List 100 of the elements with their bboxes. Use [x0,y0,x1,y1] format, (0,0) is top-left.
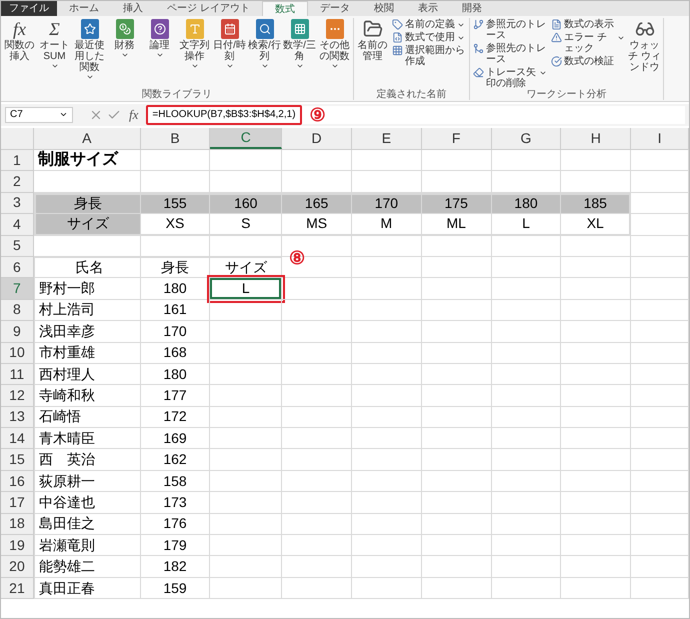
sheet-cell[interactable] [210,150,282,172]
sheet-cell[interactable] [352,514,422,536]
sheet-cell[interactable] [210,385,282,407]
sheet-cell[interactable] [352,556,422,578]
ribbon-menu-item[interactable]: 参照元のトレース [473,19,547,41]
sheet-cell[interactable] [561,406,632,428]
sheet-cell[interactable] [561,342,632,364]
sheet-cell[interactable]: 寺崎和秋 [34,385,141,407]
row-header[interactable]: 8 [1,300,34,322]
ribbon-menu-item[interactable]: 選択範囲から作成 [392,45,466,67]
sheet-cell[interactable] [422,150,492,172]
sheet-cell[interactable]: 真田正春 [34,578,141,600]
sheet-cell[interactable]: XS [140,214,210,236]
sheet-cell[interactable]: 180 [140,364,210,386]
sheet-cell[interactable] [282,428,352,450]
sheet-cell[interactable]: 岩瀬竜則 [34,535,141,556]
sheet-cell[interactable] [210,535,282,556]
sheet-cell[interactable] [631,321,689,343]
sheet-cell[interactable]: 172 [140,406,210,428]
sheet-cell[interactable] [282,385,352,407]
sheet-cell[interactable] [631,449,689,471]
sheet-cell[interactable] [282,364,352,386]
row-header[interactable]: 9 [1,321,34,343]
sheet-cell[interactable] [422,470,492,492]
sheet-cell[interactable]: 168 [140,342,210,364]
sheet-cell[interactable] [352,364,422,386]
sheet-cell[interactable] [352,342,422,364]
sheet-cell[interactable] [492,278,562,300]
ribbon-menu-item[interactable]: 名前の定義 [392,19,466,30]
sheet-cell[interactable] [631,556,689,578]
sheet-cell[interactable] [422,535,492,556]
sheet-cell[interactable] [561,278,632,300]
function-button[interactable]: fx [125,105,142,125]
sheet-cell[interactable] [631,578,689,600]
sheet-cell[interactable] [492,150,562,172]
name-box[interactable]: C7 [5,107,73,123]
sheet-cell[interactable] [631,428,689,450]
sheet-cell[interactable] [561,236,632,257]
sheet-cell[interactable] [282,150,352,172]
sheet-cell[interactable]: サイズ [34,214,141,236]
sheet-cell[interactable] [561,470,632,492]
active-cell[interactable]: L [210,278,282,300]
sheet-cell[interactable]: ML [422,214,492,236]
ribbon-menu-item[interactable]: トレース矢印の削除 [473,67,547,89]
sheet-cell[interactable] [210,428,282,450]
sheet-cell[interactable] [210,321,282,343]
sheet-cell[interactable] [282,492,352,514]
sheet-cell[interactable] [210,236,282,257]
row-header[interactable]: 5 [1,236,34,257]
sheet-cell[interactable]: 180 [492,192,562,214]
sheet-cell[interactable] [352,406,422,428]
sheet-cell[interactable] [422,321,492,343]
ribbon-menu-item[interactable]: 数式の表示 [551,19,625,30]
sheet-cell[interactable] [210,364,282,386]
column-header[interactable]: C [210,128,282,149]
sheet-cell[interactable] [561,150,632,172]
sheet-cell[interactable]: 市村重雄 [34,342,141,364]
sheet-cell[interactable] [422,556,492,578]
sheet-cell[interactable] [492,578,562,600]
row-header[interactable]: 7 [1,278,34,300]
sheet-cell[interactable] [492,492,562,514]
sheet-cell[interactable]: 160 [210,192,282,214]
sheet-cell[interactable] [631,385,689,407]
sheet-cell[interactable] [422,364,492,386]
sheet-cell[interactable] [492,406,562,428]
sheet-cell[interactable] [561,364,632,386]
sheet-cell[interactable] [561,321,632,343]
sheet-cell[interactable] [492,449,562,471]
sheet-cell[interactable] [631,535,689,556]
sheet-cell[interactable] [140,150,210,172]
sheet-cell[interactable] [282,278,352,300]
ribbon-button[interactable]: 文字列操作 [177,18,212,70]
sheet-cell[interactable]: L [492,214,562,236]
sheet-cell[interactable]: 162 [140,449,210,471]
column-header[interactable]: I [631,128,689,149]
ribbon-tab[interactable]: 数式 [262,1,308,16]
row-header[interactable]: 10 [1,342,34,364]
sheet-cell[interactable] [282,449,352,471]
ribbon-menu-item[interactable]: 参照先のトレース [473,43,547,65]
sheet-cell[interactable] [352,278,422,300]
sheet-cell[interactable] [631,492,689,514]
sheet-cell[interactable] [140,236,210,257]
sheet-cell[interactable] [492,236,562,257]
sheet-cell[interactable] [210,449,282,471]
sheet-cell[interactable] [422,578,492,600]
sheet-cell[interactable]: 159 [140,578,210,600]
sheet-cell[interactable] [631,256,689,278]
sheet-cell[interactable]: 161 [140,300,210,322]
sheet-cell[interactable] [422,342,492,364]
column-header[interactable]: F [422,128,492,149]
sheet-cell[interactable] [282,470,352,492]
ribbon-button[interactable]: Σ オート SUM [37,18,72,70]
sheet-cell[interactable] [631,342,689,364]
sheet-cell[interactable]: 青木晴臣 [34,428,141,450]
sheet-cell[interactable] [422,300,492,322]
sheet-cell[interactable] [34,236,141,257]
ribbon-button[interactable]: 財務 [107,18,142,59]
sheet-cell[interactable] [492,556,562,578]
sheet-cell[interactable] [631,300,689,322]
sheet-cell[interactable] [492,470,562,492]
